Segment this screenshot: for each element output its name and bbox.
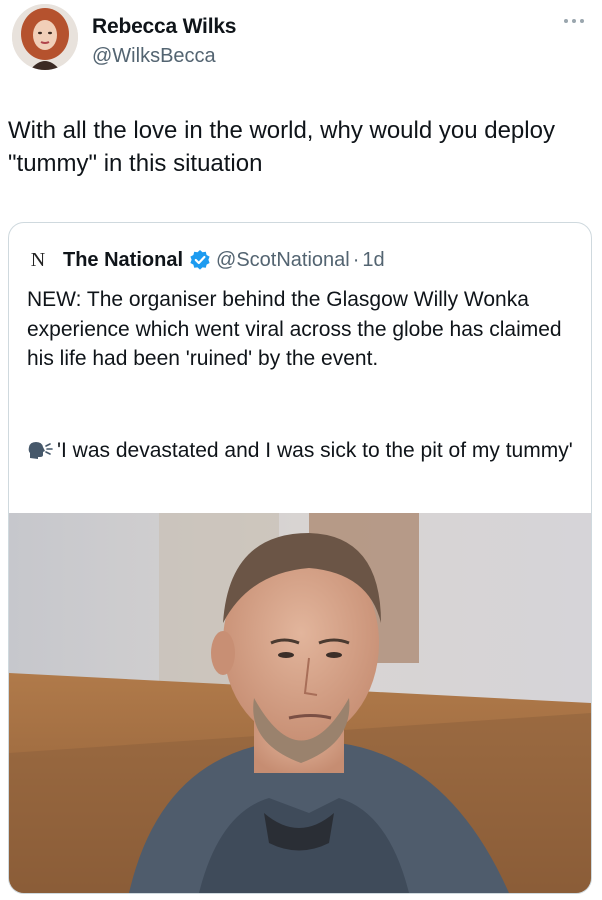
tweet-text: With all the love in the world, why woul… [8, 117, 555, 177]
quoted-tweet-text: NEW: The organiser behind the Glasgow Wi… [27, 288, 562, 370]
photo-icon[interactable] [9, 513, 591, 893]
quoted-author-handle[interactable]: @ScotNational [216, 249, 350, 272]
quoted-timestamp[interactable]: 1d [362, 249, 384, 272]
tweet-header: Rebecca Wilks @WilksBecca [12, 4, 592, 80]
meta-separator: · [352, 248, 360, 271]
quoted-tweet-quote: 'I was devastated and I was sick to the … [27, 436, 575, 466]
the-national-logo[interactable]: N [27, 249, 49, 271]
author-name[interactable]: Rebecca Wilks [92, 15, 236, 39]
quoted-tweet-card[interactable]: N The National @ScotNational · 1d NEW: T… [8, 222, 592, 894]
author-handle[interactable]: @WilksBecca [92, 45, 216, 68]
speaking-head-icon [27, 439, 53, 459]
quoted-author-name[interactable]: The National [63, 249, 183, 272]
quote-text: 'I was devastated and I was sick to the … [57, 439, 573, 462]
quoted-tweet-meta: N The National @ScotNational · 1d [27, 246, 581, 274]
more-horizontal-icon[interactable] [562, 14, 586, 28]
author-avatar[interactable] [12, 4, 78, 70]
verified-badge-icon [189, 249, 211, 271]
